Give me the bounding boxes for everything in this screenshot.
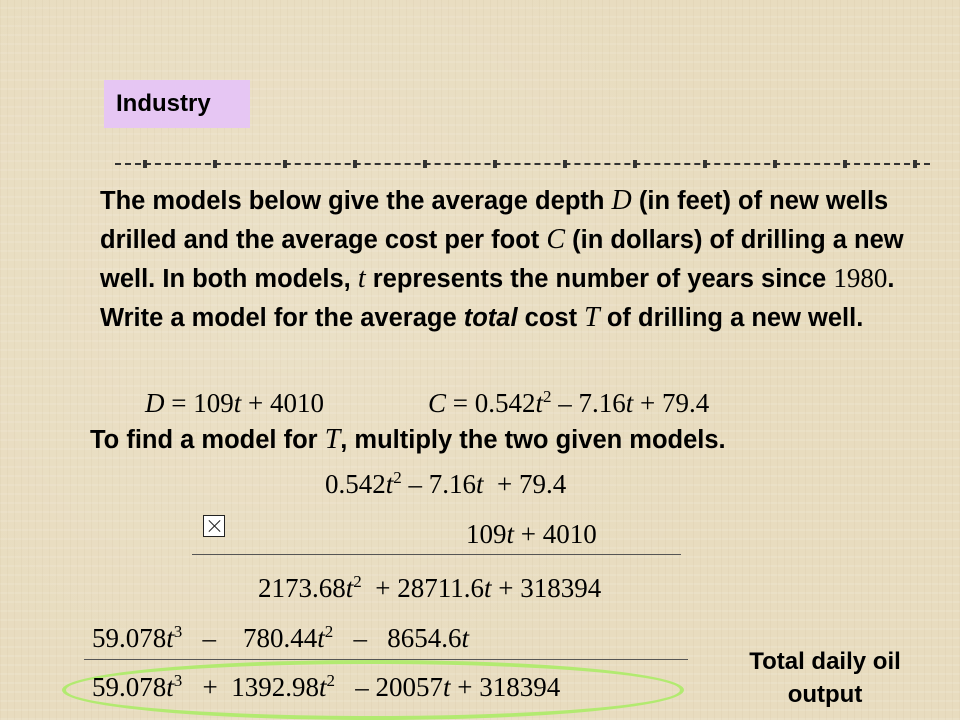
math-term: t	[166, 623, 174, 653]
multiplicand-row: 0.542t2 – 7.16t + 79.4	[325, 469, 566, 500]
variable-t-total: T	[584, 301, 600, 333]
variable-c: C	[546, 223, 566, 255]
partial-product-row-1: 2173.68t2 + 28711.6t + 318394	[258, 573, 601, 604]
problem-text: The models below give the average depth	[100, 187, 612, 215]
dashed-divider	[115, 158, 930, 170]
math-term: + 28711.6	[361, 573, 484, 603]
dashed-line	[115, 163, 930, 165]
side-note-line: Total daily oil	[749, 648, 901, 675]
problem-text: represents the number of years since	[365, 265, 834, 293]
math-term: 109	[466, 519, 507, 549]
math-term: – 8654.6	[333, 623, 462, 653]
math-exponent: 2	[326, 671, 336, 690]
instruction-text: To find a model for T, multiply the two …	[90, 424, 950, 456]
math-term: 2173.68	[258, 573, 346, 603]
model-exponent: 2	[543, 387, 552, 406]
divider-dot	[633, 160, 637, 168]
year-value: 1980	[833, 263, 888, 293]
math-term: t	[461, 623, 470, 653]
model-term: + 79.4	[633, 388, 710, 418]
emphasis-total: total	[463, 303, 518, 332]
model-term: + 4010	[241, 388, 324, 418]
instruction-part: To find a model for	[90, 426, 325, 454]
math-term: t	[506, 519, 515, 549]
divider-dot	[773, 160, 777, 168]
side-note: Total daily oil output	[700, 645, 950, 711]
multiply-sign-icon	[203, 515, 225, 537]
divider-dot	[213, 160, 217, 168]
math-term: – 7.16	[401, 469, 477, 499]
math-term: t	[317, 623, 325, 653]
variable-t-total: T	[324, 424, 341, 455]
math-term: 59.078	[92, 672, 167, 702]
problem-statement: The models below give the average depth …	[100, 182, 940, 337]
math-term: – 780.44	[182, 623, 318, 653]
math-exponent: 3	[173, 671, 183, 690]
math-term: t	[476, 469, 484, 499]
math-term: + 1392.98	[182, 672, 319, 702]
model-term: D	[145, 388, 165, 418]
math-exponent: 3	[173, 622, 183, 641]
divider-dot	[913, 160, 917, 168]
divider-dot	[843, 160, 847, 168]
math-exponent: 2	[353, 572, 362, 591]
partial-product-row-2: 59.078t3 – 780.44t2 – 8654.6t	[92, 623, 469, 654]
side-note-line: output	[787, 681, 863, 708]
multiplier-row: 109t + 4010	[466, 519, 597, 550]
model-term: C	[428, 388, 447, 418]
math-term: + 318394	[491, 573, 602, 603]
topic-tag-label: Industry	[116, 90, 211, 117]
instruction-part: , multiply the two given models.	[340, 426, 726, 454]
math-term: 59.078	[92, 623, 167, 653]
product-rule-line	[192, 554, 681, 555]
math-term: t	[443, 672, 451, 702]
topic-tag: Industry	[104, 80, 250, 128]
divider-dot	[143, 160, 147, 168]
model-term: – 7.16	[551, 388, 626, 418]
problem-text: of drilling a new well.	[599, 303, 864, 332]
math-term: t	[319, 672, 327, 702]
slide: Industry The models below give the avera…	[0, 0, 960, 720]
math-term: 0.542	[325, 469, 386, 499]
final-product-row: 59.078t3 + 1392.98t2 – 20057t + 318394	[92, 672, 560, 703]
variable-t: t	[357, 263, 366, 294]
cost-model: C = 0.542t2 – 7.16t + 79.4	[428, 388, 709, 419]
model-term: = 0.542	[446, 388, 536, 418]
divider-dot	[493, 160, 497, 168]
math-exponent: 2	[393, 468, 402, 487]
variable-d: D	[611, 185, 632, 216]
divider-dot	[353, 160, 357, 168]
depth-model: D = 109t + 4010	[145, 388, 324, 419]
divider-dot	[423, 160, 427, 168]
divider-dot	[703, 160, 707, 168]
math-term: – 20057	[335, 672, 444, 702]
math-term: t	[484, 573, 492, 603]
math-term: t	[166, 672, 174, 702]
problem-text: cost	[517, 303, 585, 332]
model-term: = 109	[164, 388, 234, 418]
model-term: t	[535, 388, 544, 418]
divider-dot	[563, 160, 567, 168]
math-term: + 4010	[514, 519, 597, 549]
divider-dot	[283, 160, 287, 168]
math-term: + 79.4	[483, 469, 567, 499]
math-exponent: 2	[324, 622, 334, 641]
math-term: + 318394	[450, 672, 561, 702]
